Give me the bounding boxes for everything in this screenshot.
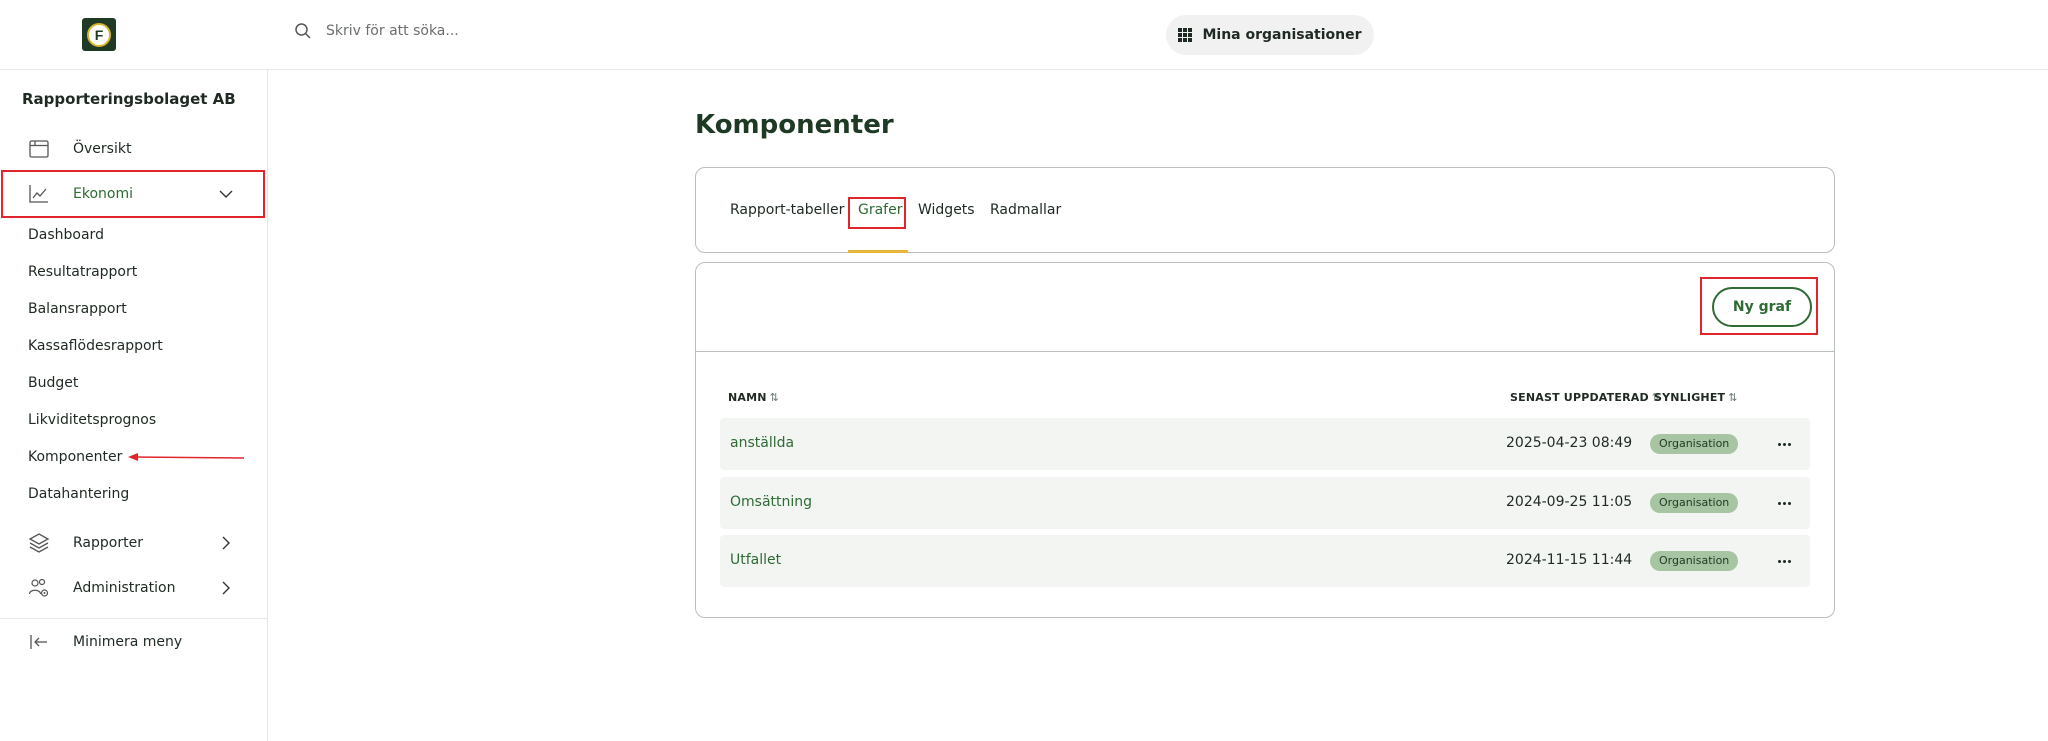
search-icon [295, 23, 311, 39]
sidebar-subitem-budget[interactable]: Budget [28, 375, 78, 391]
red-arrow-annotation [128, 453, 245, 461]
sidebar-item-label: Administration [73, 580, 176, 596]
tab-radmallar[interactable]: Radmallar [990, 202, 1061, 218]
components-table-card: Ny graf NAMN ⇅ SENAST UPPDATERAD ⇅ SYNLIGH… [695, 262, 1835, 618]
sidebar-subitem-balansrapport[interactable]: Balansrapport [28, 301, 127, 317]
active-tab-indicator [848, 250, 908, 253]
updated-date: 2025-04-23 08:49 [1506, 435, 1633, 451]
organization-name: Rapporteringsbolaget AB [22, 90, 236, 108]
column-header-name[interactable]: NAMN ⇅ [728, 391, 779, 404]
sidebar-divider [0, 618, 268, 619]
card-divider [696, 351, 1834, 352]
chevron-down-icon [219, 190, 233, 198]
visibility-badge: Organisation [1650, 493, 1739, 513]
sidebar-item-oversikt[interactable]: Översikt [0, 127, 268, 171]
table-row[interactable]: anställda 2025-04-23 08:49 Organisation [720, 418, 1810, 470]
sidebar-item-label: Rapporter [73, 535, 143, 551]
search-input[interactable] [326, 23, 626, 39]
column-header-visibility[interactable]: SYNLIGHET ⇅ [1654, 391, 1738, 404]
sidebar-subitem-likviditetsprognos[interactable]: Likviditetsprognos [28, 412, 156, 428]
tabs-card: Rapport-tabeller Grafer Widgets Radmalla… [695, 167, 1835, 253]
tab-widgets[interactable]: Widgets [918, 202, 975, 218]
layers-icon [28, 533, 50, 553]
sidebar-subitem-kassaflodesrapport[interactable]: Kassaflödesrapport [28, 338, 163, 354]
more-options-icon[interactable] [1772, 491, 1796, 515]
page-title: Komponenter [695, 110, 894, 140]
new-graph-button[interactable]: Ny graf [1712, 287, 1812, 327]
sidebar: Rapporteringsbolaget AB Översikt Ekonomi… [0, 70, 268, 741]
sort-icon: ⇅ [769, 391, 780, 404]
updated-date: 2024-09-25 11:05 [1506, 494, 1633, 510]
visibility-badge: Organisation [1650, 434, 1739, 454]
sidebar-subitem-resultatrapport[interactable]: Resultatrapport [28, 264, 137, 280]
sidebar-subitem-datahantering[interactable]: Datahantering [28, 486, 129, 502]
sidebar-item-label: Ekonomi [73, 186, 133, 202]
updated-date: 2024-11-15 11:44 [1506, 552, 1633, 568]
sidebar-item-ekonomi[interactable]: Ekonomi [0, 172, 268, 216]
minimize-menu-button[interactable]: Minimera meny [0, 620, 268, 664]
more-options-icon[interactable] [1772, 549, 1796, 573]
my-organizations-button[interactable]: Mina organisationer [1166, 15, 1374, 55]
sort-icon: ⇅ [1728, 391, 1738, 404]
chevron-right-icon [222, 581, 230, 595]
column-header-updated[interactable]: SENAST UPPDATERAD ⇅ [1510, 391, 1661, 404]
grid-icon [1178, 28, 1193, 42]
calendar-window-icon [29, 140, 49, 158]
logo[interactable]: F [82, 18, 116, 51]
users-gear-icon [28, 578, 49, 597]
sidebar-item-administration[interactable]: Administration [0, 566, 268, 610]
graph-name-link[interactable]: Utfallet [730, 552, 781, 568]
table-row[interactable]: Utfallet 2024-11-15 11:44 Organisation [720, 535, 1810, 587]
graph-name-link[interactable]: anställda [730, 435, 794, 451]
sidebar-subitem-komponenter[interactable]: Komponenter [28, 449, 122, 465]
tab-grafer[interactable]: Grafer [858, 202, 902, 218]
table-row[interactable]: Omsättning 2024-09-25 11:05 Organisation [720, 477, 1810, 529]
logo-letter: F [94, 26, 104, 43]
sidebar-item-label: Översikt [73, 141, 132, 157]
graph-name-link[interactable]: Omsättning [730, 494, 812, 510]
chevron-right-icon [222, 536, 230, 550]
visibility-badge: Organisation [1650, 551, 1739, 571]
sidebar-subitem-dashboard[interactable]: Dashboard [28, 227, 104, 243]
more-options-icon[interactable] [1772, 432, 1796, 456]
collapse-left-icon [30, 635, 47, 649]
top-bar: F Mina organisationer [0, 0, 2048, 70]
line-chart-icon [29, 185, 48, 203]
my-organizations-label: Mina organisationer [1202, 27, 1362, 43]
sidebar-item-rapporter[interactable]: Rapporter [0, 521, 268, 565]
tab-rapport-tabeller[interactable]: Rapport-tabeller [730, 202, 844, 218]
search-bar [294, 22, 626, 40]
minimize-menu-label: Minimera meny [73, 634, 183, 650]
